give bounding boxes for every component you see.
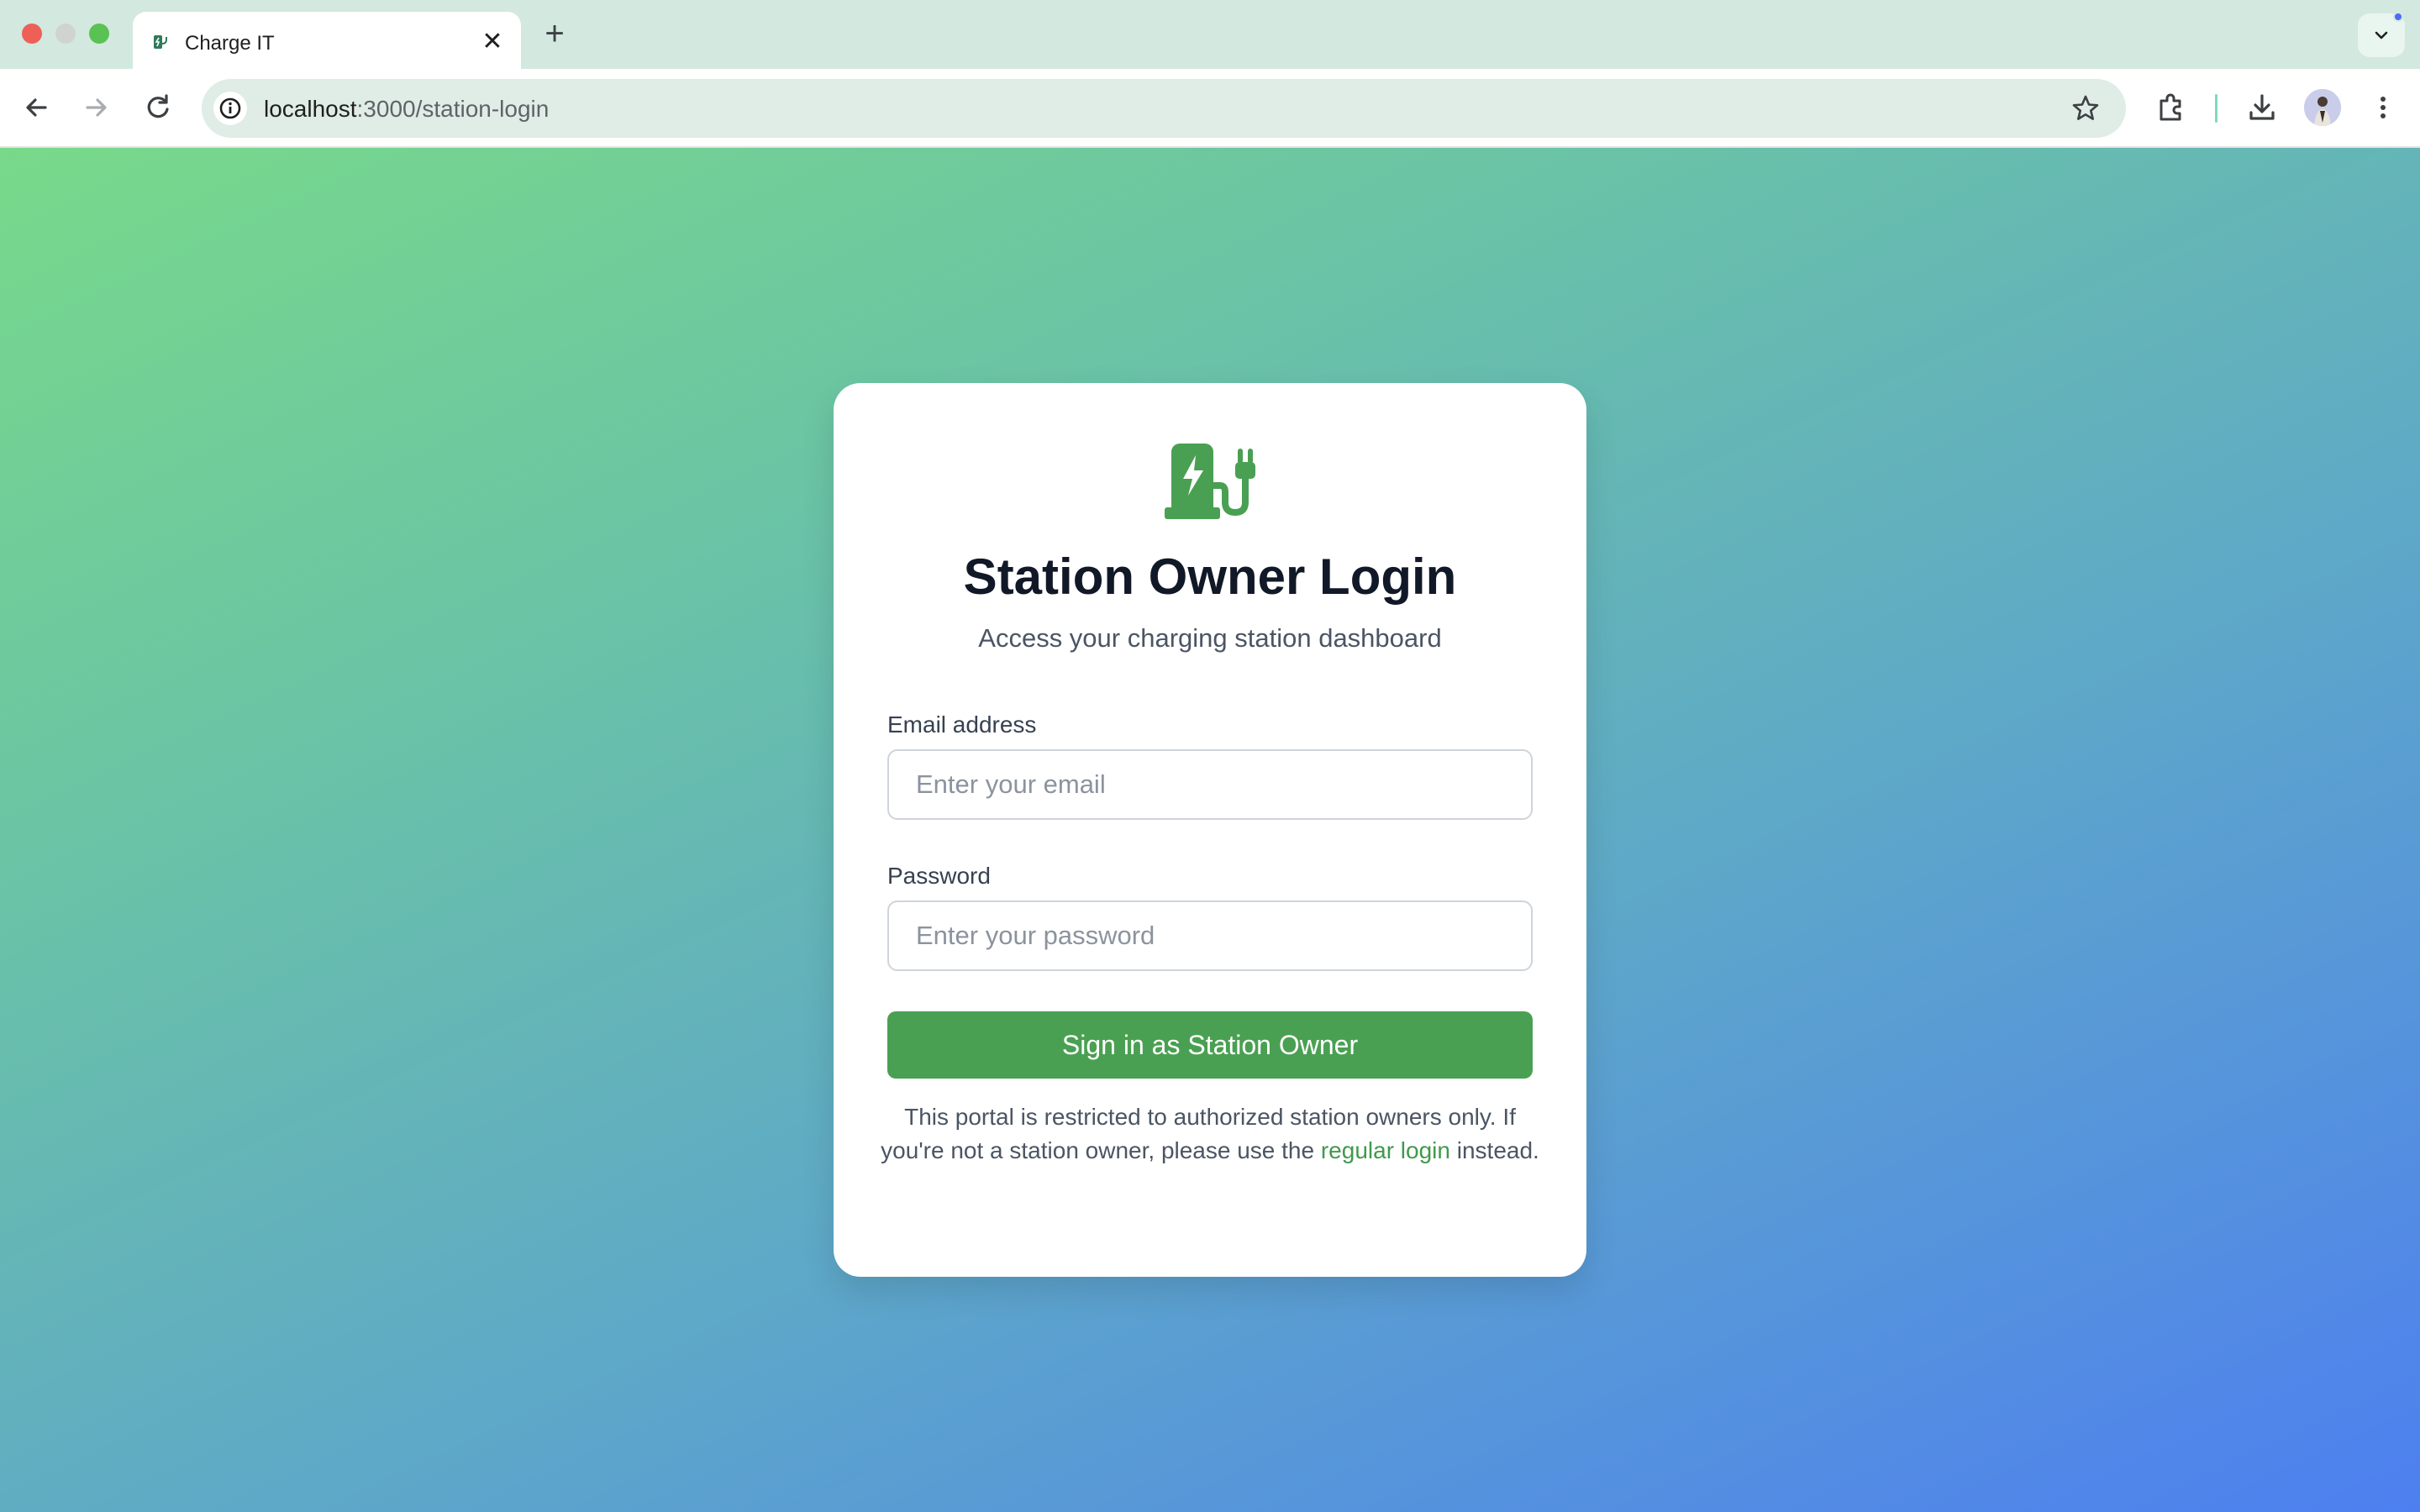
- avatar-image: [2304, 89, 2341, 126]
- password-field[interactable]: [887, 900, 1533, 971]
- url-host: localhost: [264, 96, 357, 122]
- reload-icon[interactable]: [139, 89, 176, 126]
- page-background: Station Owner Login Access your charging…: [0, 148, 2420, 1512]
- notification-dot: [2393, 12, 2403, 22]
- url-text[interactable]: localhost:3000/station-login: [264, 96, 549, 123]
- menu-dots-icon[interactable]: [2365, 89, 2402, 126]
- extensions-icon[interactable]: [2153, 89, 2190, 126]
- browser-tab-bar: Charge IT ✕ +: [0, 0, 2420, 69]
- email-field[interactable]: [887, 749, 1533, 820]
- forward-arrow-icon[interactable]: [77, 89, 114, 126]
- login-form: Password Sign in as Station Owner This p…: [834, 383, 1586, 1277]
- new-tab-button[interactable]: +: [538, 17, 571, 50]
- close-window-button[interactable]: [22, 24, 42, 44]
- bookmark-star-icon[interactable]: [2070, 93, 2101, 123]
- notice-text-after: instead.: [1449, 1137, 1539, 1163]
- browser-tab-active[interactable]: Charge IT ✕: [133, 12, 521, 69]
- tab-search-button[interactable]: [2358, 12, 2405, 57]
- restricted-notice: This portal is restricted to authorized …: [881, 1100, 1539, 1168]
- browser-toolbar: localhost:3000/station-login: [0, 69, 2420, 148]
- back-arrow-icon[interactable]: [18, 89, 55, 126]
- site-info-button[interactable]: [213, 92, 247, 125]
- maximize-window-button[interactable]: [89, 24, 109, 44]
- sign-in-button[interactable]: Sign in as Station Owner: [887, 1011, 1533, 1079]
- minimize-window-button[interactable]: [55, 24, 76, 44]
- tab-favicon-icon: [154, 35, 167, 49]
- tab-title: Charge IT: [185, 32, 275, 55]
- toolbar-separator: [2215, 94, 2217, 123]
- url-path: :3000/station-login: [356, 96, 550, 122]
- chevron-down-icon: [2375, 31, 2388, 39]
- tab-close-icon[interactable]: ✕: [479, 29, 506, 55]
- download-icon[interactable]: [2244, 89, 2281, 126]
- password-label: Password: [887, 863, 991, 889]
- profile-avatar[interactable]: [2304, 89, 2341, 126]
- site-info-icon: [219, 97, 241, 119]
- address-bar[interactable]: localhost:3000/station-login: [202, 79, 2126, 138]
- regular-login-link[interactable]: regular login: [1321, 1137, 1450, 1163]
